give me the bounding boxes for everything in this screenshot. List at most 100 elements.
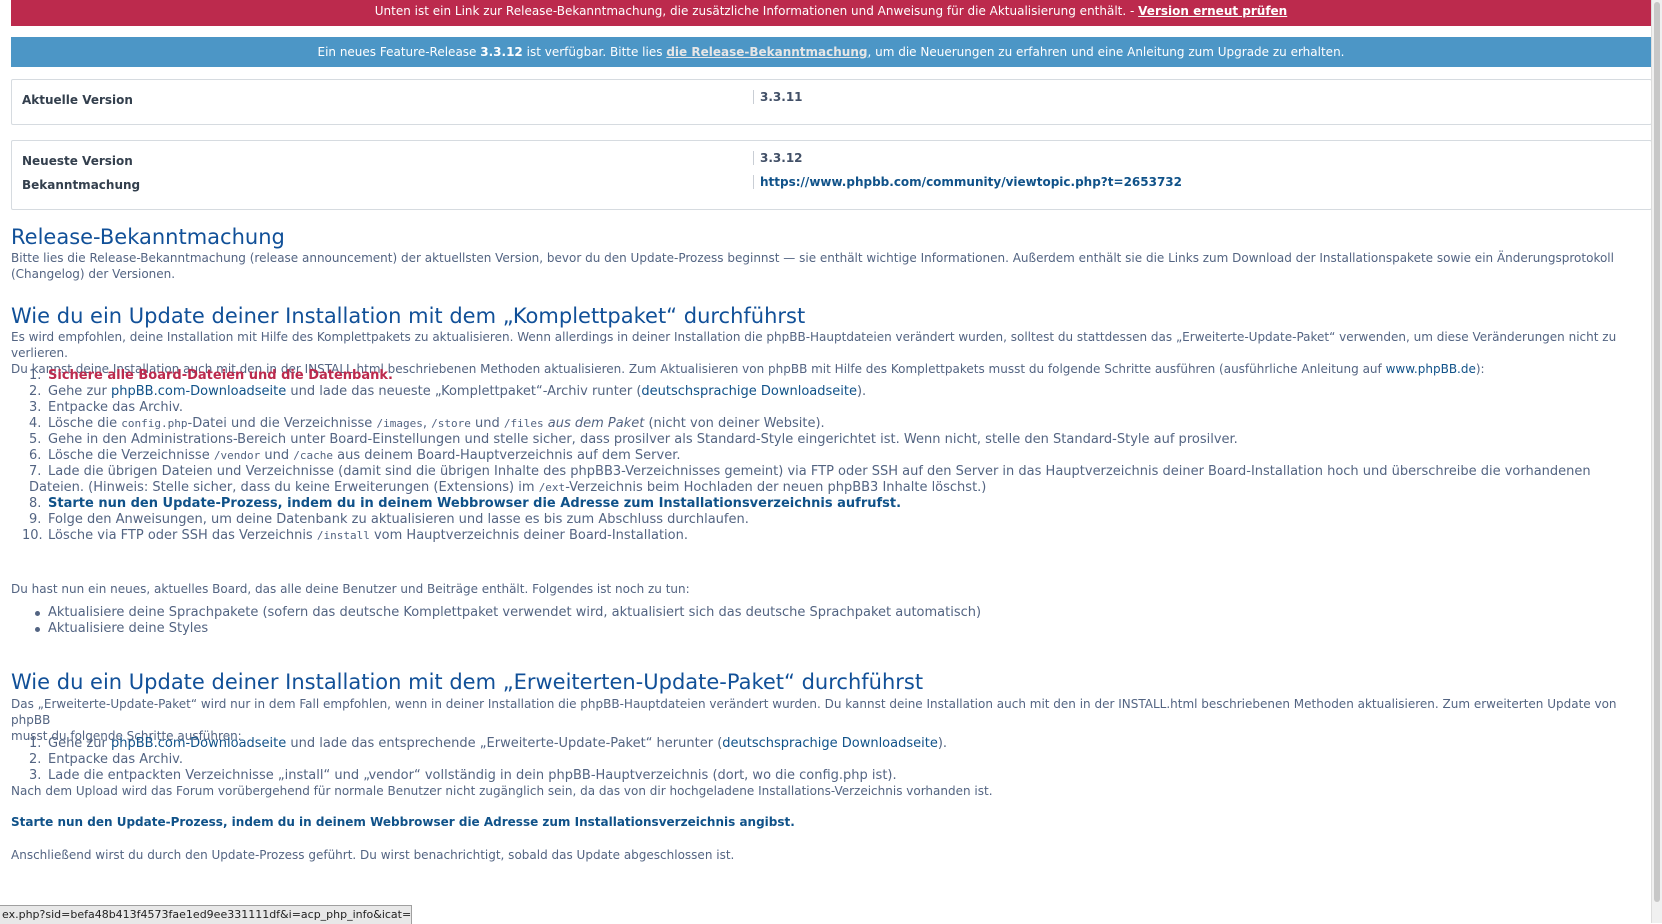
release-announcement-link[interactable]: die Release-Bekanntmachung: [666, 45, 867, 59]
phpbb-com-download-link-2[interactable]: phpBB.com-Downloadseite: [111, 736, 286, 751]
step-number: 6.: [29, 448, 42, 463]
page-content: Unten ist ein Link zur Release-Bekanntma…: [0, 0, 1652, 918]
step-text: Starte nun den Update-Prozess, indem du …: [48, 496, 902, 511]
step-number: 8.: [29, 496, 42, 511]
step-text: ,: [422, 416, 427, 431]
step-number: 3.: [29, 768, 42, 783]
info-banner: Ein neues Feature-Release 3.3.12 ist ver…: [11, 37, 1651, 67]
step-number: 2.: [29, 752, 42, 767]
full-intro-line1: Es wird empfohlen, deine Installation mi…: [11, 330, 1617, 360]
step-number: 2.: [29, 384, 42, 399]
german-download-link-2[interactable]: deutschsprachige Downloadseite: [722, 736, 938, 751]
step-text: und lade das neueste „Komplettpaket“-Arc…: [290, 384, 642, 399]
info-text-after: , um die Neuerungen zu erfahren und eine…: [867, 45, 1345, 59]
recheck-version-link[interactable]: Version erneut prüfen: [1138, 4, 1287, 18]
release-text: Bitte lies die Release-Bekanntmachung (r…: [11, 250, 1641, 282]
step-number: 3.: [29, 400, 42, 415]
step-text: und: [474, 416, 500, 431]
step-text-italic: aus dem Paket: [547, 416, 645, 431]
release-heading: Release-Bekanntmachung: [11, 225, 285, 249]
step-text: ).: [856, 384, 867, 399]
step-text: Lösche die Verzeichnisse: [48, 448, 210, 463]
full-step-3: 3. Entpacke das Archiv.: [11, 400, 1641, 416]
step-text: Lösche die: [48, 416, 118, 431]
ext-step-1: 1. Gehe zur phpBB.com-Downloadseite und l…: [11, 736, 1641, 752]
release-text-line1: Bitte lies die Release-Bekanntmachung (r…: [11, 251, 1614, 265]
ext-step-2: 2. Entpacke das Archiv.: [11, 752, 1641, 768]
upload-note: Nach dem Upload wird das Forum vorüberge…: [11, 784, 993, 798]
start-update-text: Starte nun den Update-Prozess, indem du …: [11, 815, 795, 829]
step-text: -Verzeichnis beim Hochladen der neuen ph…: [565, 480, 987, 495]
full-step-4: 4. Lösche die config.php-Datei und die Ve…: [11, 416, 1641, 432]
code-store: /store: [431, 417, 471, 430]
extended-steps: 1. Gehe zur phpBB.com-Downloadseite und l…: [11, 736, 1641, 784]
full-step-9: 9. Folge den Anweisungen, um deine Datenb…: [11, 512, 1641, 528]
step-text: Sichere alle Board-Dateien und die Daten…: [48, 368, 393, 383]
release-text-line2: (Changelog) der Versionen.: [11, 267, 176, 281]
announcement-value: https://www.phpbb.com/community/viewtopi…: [753, 175, 1182, 189]
latest-version-value: 3.3.12: [753, 151, 803, 165]
vertical-scrollbar[interactable]: [1651, 0, 1662, 923]
step-text: Lösche via FTP oder SSH das Verzeichnis: [48, 528, 313, 543]
latest-version-panel: Neueste Version 3.3.12 Bekanntmachung ht…: [11, 140, 1652, 210]
step-text: Lade die entpackten Verzeichnisse „insta…: [48, 768, 897, 783]
step-number: 4.: [29, 416, 42, 431]
step-text: Folge den Anweisungen, um deine Datenban…: [48, 512, 749, 527]
step-text: vom Hauptverzeichnis deiner Board-Instal…: [373, 528, 688, 543]
step-text: Gehe in den Administrations-Bereich unte…: [48, 432, 1238, 447]
full-step-7-cont: Dateien. (Hinweis: Stelle sicher, dass d…: [11, 480, 1641, 496]
step-text: ).: [937, 736, 948, 751]
german-download-link[interactable]: deutschsprachige Downloadseite: [641, 384, 857, 399]
code-vendor: /vendor: [213, 449, 261, 462]
code-cache: /cache: [293, 449, 333, 462]
step-number: 5.: [29, 432, 42, 447]
info-text-before: Ein neues Feature-Release: [317, 45, 477, 59]
todo-text: Aktualisiere deine Styles: [48, 621, 209, 636]
bullet-icon: [35, 627, 40, 632]
current-version-value: 3.3.11: [753, 90, 803, 104]
step-text: und: [264, 448, 290, 463]
code-install: /install: [316, 529, 370, 542]
step-text: Lade die übrigen Dateien und Verzeichnis…: [48, 464, 1591, 479]
step-text: (nicht von deiner Website).: [648, 416, 825, 431]
info-version: 3.3.12: [480, 45, 523, 59]
step-text: aus deinem Board-Hauptverzeichnis auf de…: [337, 448, 681, 463]
announcement-url-link[interactable]: https://www.phpbb.com/community/viewtopi…: [760, 175, 1182, 189]
info-text-middle: ist verfügbar. Bitte lies: [526, 45, 663, 59]
error-banner: Unten ist ein Link zur Release-Bekanntma…: [11, 0, 1651, 26]
step-text: und lade das entsprechende „Erweiterte-U…: [290, 736, 723, 751]
final-text: Anschließend wirst du durch den Update-P…: [11, 848, 735, 862]
status-bar-url: ex.php?sid=befa48b413f4573fae1ed9ee33111…: [0, 905, 412, 924]
code-config: config.php: [121, 417, 188, 430]
extended-package-heading: Wie du ein Update deiner Installation mi…: [11, 670, 924, 694]
step-text: Gehe zur: [48, 384, 107, 399]
extended-intro-line1: Das „Erweiterte-Update-Paket“ wird nur i…: [11, 697, 1617, 727]
full-step-10: 10. Lösche via FTP oder SSH das Verzeichn…: [11, 528, 1641, 544]
step-text: Entpacke das Archiv.: [48, 400, 184, 415]
step-number: 10.: [22, 528, 43, 543]
scrollbar-thumb[interactable]: [1654, 2, 1660, 902]
ext-step-3: 3. Lade die entpackten Verzeichnisse „ins…: [11, 768, 1641, 784]
full-step-1: 1. Sichere alle Board-Dateien und die Dat…: [11, 368, 1641, 384]
code-files: /files: [503, 417, 544, 430]
full-step-6: 6. Lösche die Verzeichnisse /vendor und /…: [11, 448, 1641, 464]
step-number: 1.: [29, 368, 42, 383]
code-ext: /ext: [538, 481, 566, 494]
error-banner-text: Unten ist ein Link zur Release-Bekanntma…: [374, 4, 1135, 18]
full-step-7: 7. Lade die übrigen Dateien und Verzeichn…: [11, 464, 1641, 480]
full-step-5: 5. Gehe in den Administrations-Bereich un…: [11, 432, 1641, 448]
step-number: 7.: [29, 464, 42, 479]
current-version-panel: Aktuelle Version 3.3.11: [11, 79, 1652, 125]
step-text: Gehe zur: [48, 736, 107, 751]
phpbb-com-download-link[interactable]: phpBB.com-Downloadseite: [111, 384, 286, 399]
full-step-8: 8. Starte nun den Update-Prozess, indem d…: [11, 496, 1641, 512]
full-step-2: 2. Gehe zur phpBB.com-Downloadseite und l…: [11, 384, 1641, 400]
todo-text: Aktualisiere deine Sprachpakete (sofern …: [48, 605, 982, 620]
full-package-heading: Wie du ein Update deiner Installation mi…: [11, 304, 806, 328]
step-text: Dateien. (Hinweis: Stelle sicher, dass d…: [29, 480, 535, 495]
after-update-text: Du hast nun ein neues, aktuelles Board, …: [11, 582, 690, 596]
step-number: 9.: [29, 512, 42, 527]
full-package-steps: 1. Sichere alle Board-Dateien und die Dat…: [11, 368, 1641, 544]
todo-list: Aktualisiere deine Sprachpakete (sofern …: [11, 605, 1641, 637]
code-images: /images: [376, 417, 423, 430]
